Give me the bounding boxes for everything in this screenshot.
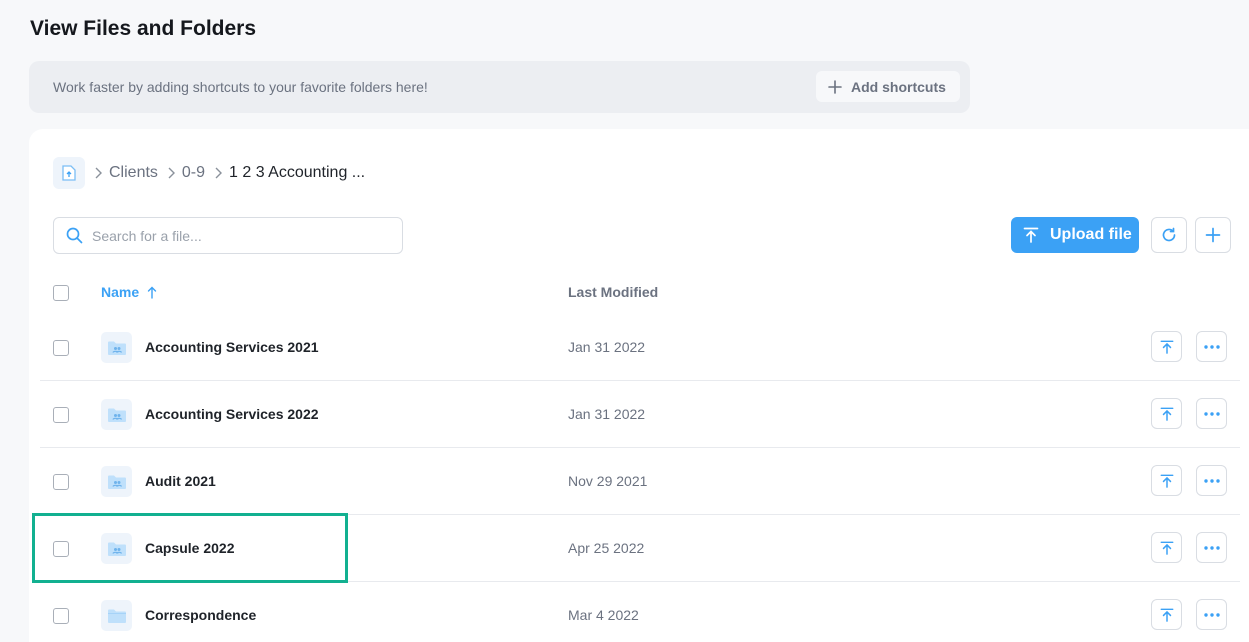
upload-file-label: Upload file — [1050, 226, 1132, 244]
table-row[interactable]: Audit 2021 Nov 29 2021 — [40, 448, 1240, 515]
shared-folder-icon — [101, 466, 132, 497]
row-upload-button[interactable] — [1151, 398, 1182, 429]
root-folder-icon[interactable] — [53, 157, 85, 189]
chevron-right-icon — [94, 167, 102, 179]
table-row[interactable]: Accounting Services 2022 Jan 31 2022 — [40, 381, 1240, 448]
row-more-button[interactable] — [1196, 465, 1227, 496]
row-name[interactable]: Accounting Services 2022 — [145, 406, 319, 422]
chevron-right-icon — [214, 167, 222, 179]
row-checkbox[interactable] — [53, 340, 69, 356]
breadcrumb-item-0-9[interactable]: 0-9 — [182, 164, 205, 182]
shared-folder-icon — [101, 533, 132, 564]
sort-ascending-icon — [147, 286, 157, 299]
row-checkbox[interactable] — [53, 608, 69, 624]
row-upload-button[interactable] — [1151, 532, 1182, 563]
add-new-button[interactable] — [1195, 217, 1231, 253]
page-title: View Files and Folders — [30, 17, 256, 41]
add-shortcuts-label: Add shortcuts — [851, 79, 946, 95]
row-more-button[interactable] — [1196, 398, 1227, 429]
row-more-button[interactable] — [1196, 532, 1227, 563]
chevron-right-icon — [167, 167, 175, 179]
shortcuts-message: Work faster by adding shortcuts to your … — [53, 79, 428, 95]
refresh-icon — [1161, 227, 1177, 243]
upload-icon — [1160, 407, 1174, 421]
upload-icon — [1160, 340, 1174, 354]
table-row[interactable]: Correspondence Mar 4 2022 — [40, 582, 1240, 642]
more-horizontal-icon — [1204, 345, 1220, 349]
search-icon — [66, 227, 83, 244]
search-box[interactable] — [53, 217, 403, 254]
table-row[interactable]: Capsule 2022 Apr 25 2022 — [40, 515, 1240, 582]
more-horizontal-icon — [1204, 613, 1220, 617]
breadcrumb-current: 1 2 3 Accounting ... — [229, 164, 365, 182]
table-row[interactable]: Accounting Services 2021 Jan 31 2022 — [40, 314, 1240, 381]
column-header-name[interactable]: Name — [101, 284, 157, 300]
upload-file-button[interactable]: Upload file — [1011, 217, 1139, 253]
row-name[interactable]: Audit 2021 — [145, 473, 216, 489]
shared-folder-icon — [101, 332, 132, 363]
row-upload-button[interactable] — [1151, 465, 1182, 496]
shortcuts-bar: Work faster by adding shortcuts to your … — [29, 61, 970, 113]
row-checkbox[interactable] — [53, 407, 69, 423]
more-horizontal-icon — [1204, 479, 1220, 483]
upload-icon — [1023, 227, 1039, 243]
more-horizontal-icon — [1204, 546, 1220, 550]
row-upload-button[interactable] — [1151, 599, 1182, 630]
breadcrumb-item-clients[interactable]: Clients — [109, 164, 158, 182]
plus-icon — [828, 80, 842, 94]
upload-icon — [1160, 541, 1174, 555]
row-more-button[interactable] — [1196, 331, 1227, 362]
folder-icon — [101, 600, 132, 631]
shared-folder-icon — [101, 399, 132, 430]
row-checkbox[interactable] — [53, 541, 69, 557]
column-name-label: Name — [101, 284, 139, 300]
column-header-last-modified[interactable]: Last Modified — [568, 284, 658, 300]
row-name[interactable]: Capsule 2022 — [145, 540, 235, 556]
search-input[interactable] — [92, 228, 392, 244]
breadcrumb: Clients 0-9 1 2 3 Accounting ... — [53, 157, 365, 189]
row-upload-button[interactable] — [1151, 331, 1182, 362]
add-shortcuts-button[interactable]: Add shortcuts — [816, 71, 960, 102]
plus-icon — [1205, 227, 1221, 243]
more-horizontal-icon — [1204, 412, 1220, 416]
refresh-button[interactable] — [1151, 217, 1187, 253]
select-all-checkbox[interactable] — [53, 285, 69, 301]
file-browser-panel: Clients 0-9 1 2 3 Accounting ... Upload … — [29, 129, 1249, 642]
row-name[interactable]: Correspondence — [145, 607, 256, 623]
row-modified: Mar 4 2022 — [568, 607, 639, 623]
row-more-button[interactable] — [1196, 599, 1227, 630]
row-modified: Jan 31 2022 — [568, 406, 645, 422]
row-modified: Jan 31 2022 — [568, 339, 645, 355]
upload-icon — [1160, 474, 1174, 488]
upload-icon — [1160, 608, 1174, 622]
row-modified: Apr 25 2022 — [568, 540, 644, 556]
row-checkbox[interactable] — [53, 474, 69, 490]
row-name[interactable]: Accounting Services 2021 — [145, 339, 319, 355]
row-modified: Nov 29 2021 — [568, 473, 647, 489]
